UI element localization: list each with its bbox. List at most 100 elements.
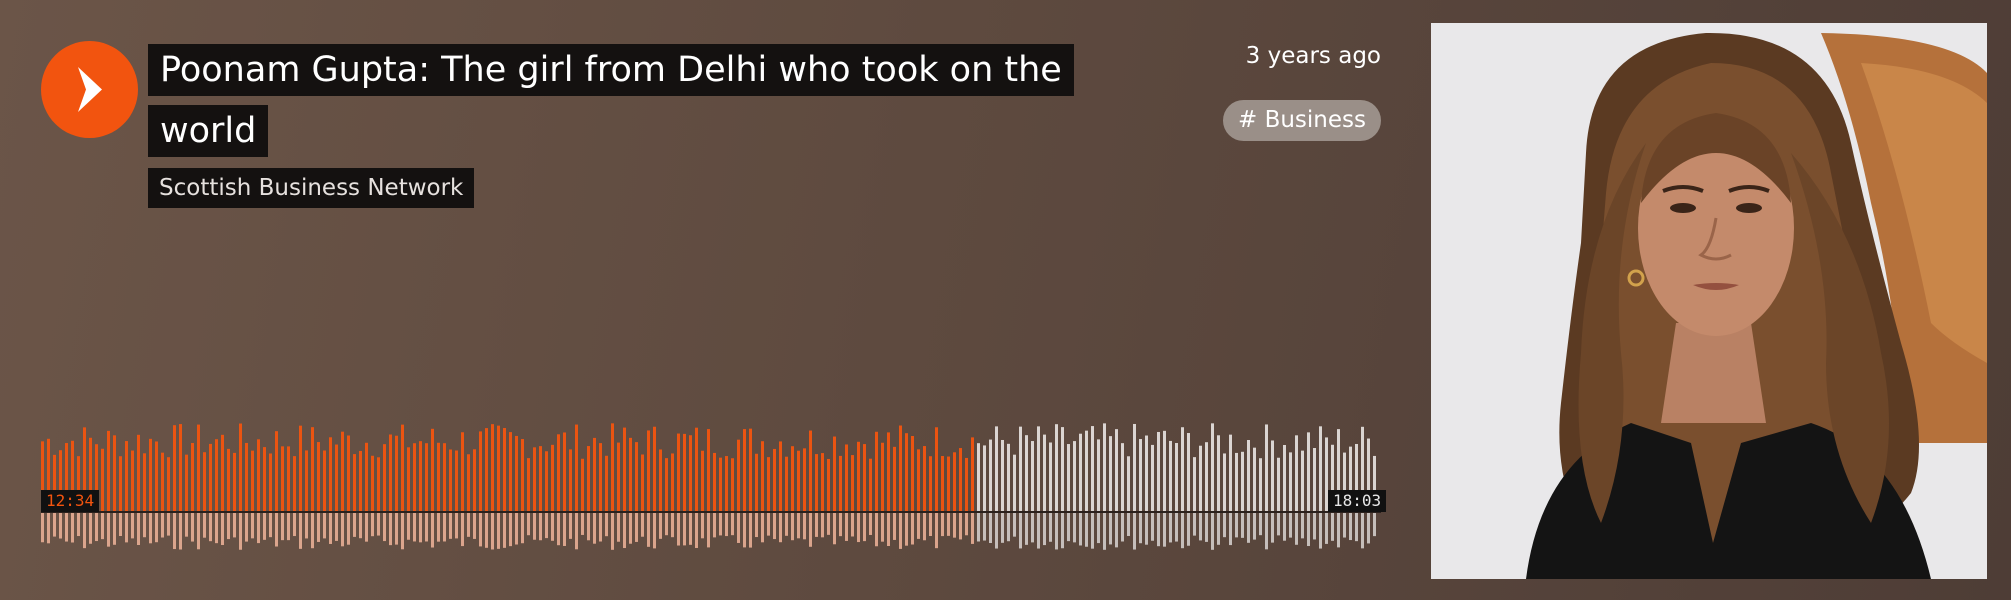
waveform-bar [977, 443, 980, 511]
waveform-bar-reflection [653, 513, 656, 549]
waveform-bar-reflection [1331, 513, 1334, 541]
waveform-bar-reflection [1349, 513, 1352, 541]
waveform-bar-reflection [191, 513, 194, 542]
waveform-bar-reflection [899, 513, 902, 549]
waveform-bar [755, 453, 758, 511]
waveform-bar [119, 456, 122, 511]
waveform-bar-reflection [1121, 513, 1124, 542]
waveform-bar [1145, 435, 1148, 511]
waveform-bar-reflection [401, 513, 404, 550]
waveform-bar [425, 443, 428, 511]
waveform-bar [485, 428, 488, 511]
waveform-bar [941, 456, 944, 511]
track-artwork[interactable] [1431, 23, 1987, 579]
waveform-bar [725, 456, 728, 511]
waveform-bar [929, 456, 932, 511]
waveform-bar-reflection [269, 513, 272, 538]
waveform-bar-reflection [1295, 513, 1298, 545]
waveform-bar-reflection [851, 513, 854, 537]
waveform-bar-reflection [1025, 513, 1028, 545]
waveform-bar [1301, 450, 1304, 511]
waveform-bar-reflection [995, 513, 998, 549]
waveform-bar-reflection [317, 513, 320, 542]
waveform-bar-reflection [827, 513, 830, 535]
waveform-bar [935, 427, 938, 511]
waveform-bar-reflection [263, 513, 266, 540]
waveform-bar [995, 426, 998, 511]
waveform-bar-reflection [737, 513, 740, 543]
waveform-bar [1049, 442, 1052, 511]
waveform-bar [827, 458, 830, 511]
waveform-bar-reflection [47, 513, 50, 544]
waveform-bar-reflection [659, 513, 662, 539]
waveform-bar-reflection [521, 513, 524, 544]
waveform-bar [917, 449, 920, 511]
waveform-bar-reflection [923, 513, 926, 541]
waveform-bar [1079, 433, 1082, 511]
waveform-bar-reflection [1097, 513, 1100, 544]
waveform-bar [275, 431, 278, 511]
waveform-bar-reflection [941, 513, 944, 537]
waveform-bar [557, 434, 560, 511]
waveform-bar [305, 450, 308, 511]
waveform-bar [575, 424, 578, 511]
waveform-bar [1091, 426, 1094, 511]
waveform-bar [611, 423, 614, 511]
waveform-bar [107, 430, 110, 511]
waveform-bar [347, 435, 350, 511]
waveform-bar-reflection [803, 513, 806, 540]
waveform-bar-reflection [1103, 513, 1106, 550]
waveform-bar-reflection [107, 513, 110, 547]
waveform-bar [1073, 441, 1076, 511]
waveform-bar [527, 458, 530, 511]
waveform-bar-reflection [209, 513, 212, 542]
waveform-bar [581, 458, 584, 511]
waveform-bar [191, 443, 194, 511]
waveform-bar [1277, 457, 1280, 511]
waveform-bar-reflection [611, 513, 614, 550]
waveform-bar [437, 442, 440, 511]
waveform-bar-reflection [1055, 513, 1058, 550]
waveform-seekbar[interactable] [41, 415, 1381, 555]
waveform-bar [599, 443, 602, 511]
waveform-bar-reflection [353, 513, 356, 537]
waveform-bar-reflection [299, 513, 302, 549]
waveform-bar [449, 449, 452, 511]
waveform-bar [317, 442, 320, 511]
track-title-block: Poonam Gupta: The girl from Delhi who to… [148, 40, 1088, 162]
track-title[interactable]: Poonam Gupta: The girl from Delhi who to… [148, 44, 1074, 157]
waveform-bar [263, 447, 266, 511]
waveform-bar-reflection [1205, 513, 1208, 542]
genre-tag[interactable]: # Business [1222, 100, 1381, 141]
waveform-bar-reflection [809, 513, 812, 547]
play-button[interactable] [41, 41, 138, 138]
waveform-bar-reflection [1319, 513, 1322, 549]
waveform-bar-reflection [287, 513, 290, 541]
waveform-bar-reflection [1229, 513, 1232, 546]
waveform-bar-reflection [713, 513, 716, 538]
waveform-bar-reflection [593, 513, 596, 544]
waveform-bar [1109, 436, 1112, 511]
waveform-bar-reflection [479, 513, 482, 547]
waveform-bar-reflection [875, 513, 878, 547]
current-time-label: 12:34 [41, 490, 100, 512]
waveform-bar-reflection [587, 513, 590, 541]
waveform-bar-reflection [563, 513, 566, 546]
waveform-bar [563, 432, 566, 511]
waveform-bar-reflection [1361, 513, 1364, 549]
waveform-bar-reflection [347, 513, 350, 545]
waveform-bar [1271, 440, 1274, 511]
waveform-bar [1067, 444, 1070, 511]
waveform-bar [389, 434, 392, 511]
waveform-bar-reflection [773, 513, 776, 540]
waveform-bar-reflection [911, 513, 914, 545]
waveform-bar-reflection [545, 513, 548, 539]
track-author[interactable]: Scottish Business Network [148, 168, 475, 208]
waveform-bar [197, 424, 200, 511]
waveform-bar-reflection [497, 513, 500, 549]
waveform-bar [1139, 439, 1142, 511]
waveform-bar [893, 446, 896, 511]
waveform-bar [1253, 447, 1256, 511]
waveform-bar-reflection [707, 513, 710, 548]
waveform-bar-reflection [533, 513, 536, 540]
